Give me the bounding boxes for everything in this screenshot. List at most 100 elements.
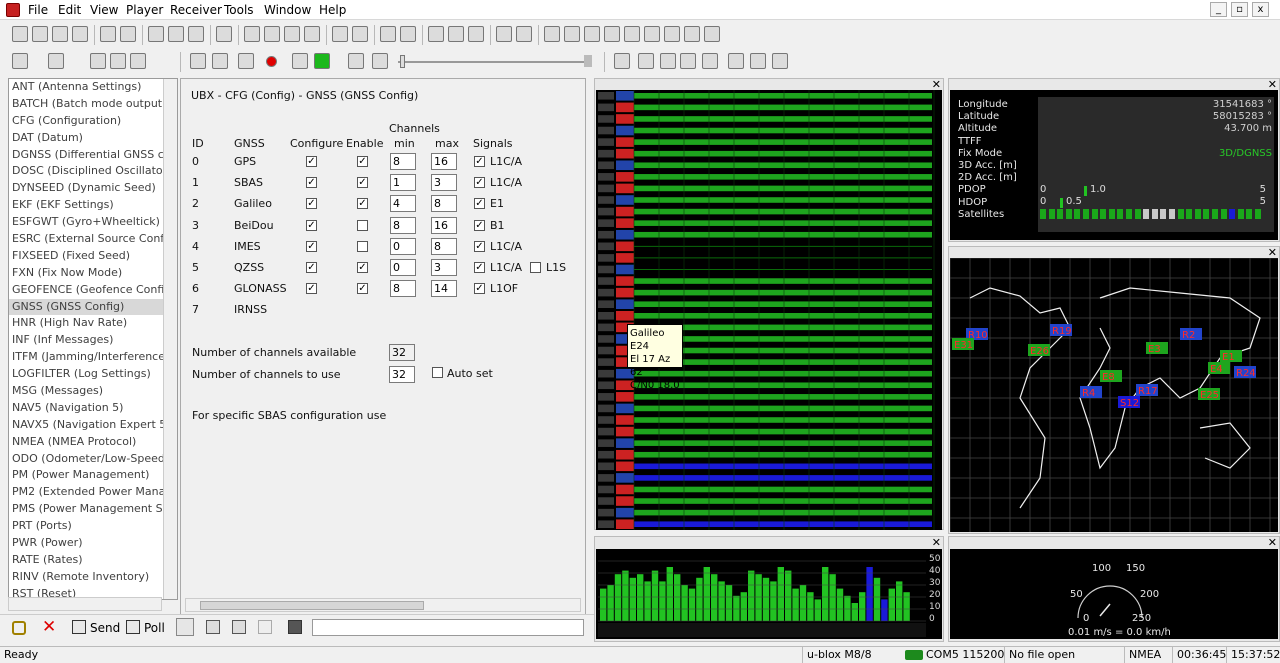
- max-channels-field[interactable]: 3: [431, 174, 457, 192]
- tree-item[interactable]: NAV5 (Navigation 5): [9, 400, 177, 417]
- chart-icon[interactable]: [428, 26, 444, 42]
- signal-checkbox[interactable]: ✓: [474, 177, 485, 189]
- tree-item[interactable]: NAVX5 (Navigation Expert 5): [9, 417, 177, 434]
- scan-icon[interactable]: [90, 53, 106, 69]
- max-channels-field[interactable]: 3: [431, 259, 457, 276]
- min-channels-field[interactable]: 4: [390, 195, 416, 213]
- cut-icon[interactable]: [148, 26, 164, 42]
- sat-icon[interactable]: [664, 26, 680, 42]
- panel-icon[interactable]: [564, 26, 580, 42]
- min-channels-field[interactable]: 8: [390, 153, 416, 170]
- tree-item[interactable]: RINV (Remote Inventory): [9, 569, 177, 586]
- end-icon[interactable]: [372, 53, 388, 69]
- tree-item[interactable]: CFG (Configuration): [9, 113, 177, 130]
- tree-item[interactable]: MSG (Messages): [9, 383, 177, 400]
- compass-icon[interactable]: [516, 26, 532, 42]
- configure-checkbox[interactable]: ✓: [306, 283, 317, 295]
- menu-player[interactable]: Player: [126, 3, 163, 17]
- star-icon[interactable]: [110, 53, 126, 69]
- tree-item[interactable]: NMEA (NMEA Protocol): [9, 434, 177, 451]
- signal-checkbox[interactable]: ✓: [474, 283, 485, 295]
- menu-help[interactable]: Help: [319, 3, 346, 17]
- tree-item[interactable]: GNSS (GNSS Config): [9, 298, 177, 316]
- step-icon[interactable]: [292, 53, 308, 69]
- app-icon[interactable]: [6, 3, 20, 17]
- configure-checkbox[interactable]: ✓: [306, 198, 317, 210]
- baud-icon[interactable]: [48, 53, 64, 69]
- min-channels-field[interactable]: 8: [390, 280, 416, 298]
- record-icon[interactable]: [266, 56, 277, 67]
- gear-icon[interactable]: [728, 53, 744, 69]
- menu-receiver[interactable]: Receiver: [170, 3, 222, 17]
- tree-item[interactable]: PMS (Power Management Set: [9, 501, 177, 518]
- panel-icon[interactable]: [604, 26, 620, 42]
- tree-item[interactable]: DGNSS (Differential GNSS con: [9, 147, 177, 164]
- tree-item[interactable]: ITFM (Jamming/Interference M: [9, 349, 177, 366]
- configure-checkbox[interactable]: ✓: [306, 177, 317, 189]
- close-icon[interactable]: ✕: [1268, 536, 1277, 549]
- pause-icon[interactable]: [238, 53, 254, 69]
- bar-chart-icon[interactable]: [468, 26, 484, 42]
- save-icon[interactable]: [72, 26, 88, 42]
- max-channels-field[interactable]: 16: [431, 216, 457, 234]
- tree-item[interactable]: ESFGWT (Gyro+Wheeltick): [9, 214, 177, 231]
- stop-icon[interactable]: [212, 53, 228, 69]
- max-channels-field[interactable]: 16: [431, 153, 457, 170]
- print-icon[interactable]: [288, 620, 302, 634]
- open-icon[interactable]: [32, 26, 48, 42]
- minimize-icon[interactable]: _: [1210, 2, 1227, 17]
- poll-button[interactable]: Poll: [144, 621, 165, 635]
- enable-checkbox[interactable]: [357, 219, 368, 231]
- menu-view[interactable]: View: [90, 3, 118, 17]
- extra-signal-checkbox[interactable]: [530, 262, 541, 273]
- doc-icon[interactable]: [244, 26, 260, 42]
- tree-item[interactable]: FIXSEED (Fixed Seed): [9, 248, 177, 265]
- tree-item[interactable]: PRT (Ports): [9, 518, 177, 535]
- list-icon[interactable]: [400, 26, 416, 42]
- antenna-icon[interactable]: [130, 53, 146, 69]
- wand-icon[interactable]: [176, 618, 194, 636]
- h-icon[interactable]: [614, 53, 630, 69]
- copy-icon[interactable]: [168, 26, 184, 42]
- view-icon[interactable]: [496, 26, 512, 42]
- signal-checkbox[interactable]: ✓: [474, 240, 485, 252]
- tree-item[interactable]: ANT (Antenna Settings): [9, 79, 177, 96]
- max-channels-field[interactable]: 8: [431, 195, 457, 213]
- menu-file[interactable]: File: [28, 3, 48, 17]
- doc-icon[interactable]: [284, 26, 300, 42]
- clock-icon[interactable]: [660, 53, 676, 69]
- tree-item[interactable]: ODO (Odometer/Low-Speed C: [9, 451, 177, 468]
- rewind-icon[interactable]: [190, 53, 206, 69]
- print-icon[interactable]: [100, 26, 116, 42]
- load-config-icon[interactable]: [232, 620, 246, 634]
- channels-to-use-field[interactable]: 32: [389, 366, 415, 383]
- tree-item[interactable]: LOGFILTER (Log Settings): [9, 366, 177, 383]
- revert-icon[interactable]: [258, 620, 272, 634]
- auto-set-checkbox[interactable]: [432, 367, 443, 378]
- signal-checkbox[interactable]: ✓: [474, 262, 485, 273]
- line-chart-icon[interactable]: [448, 26, 464, 42]
- signal-checkbox[interactable]: ✓: [474, 219, 485, 231]
- tree-item[interactable]: HNR (High Nav Rate): [9, 315, 177, 332]
- forward-icon[interactable]: [348, 53, 364, 69]
- tree-vertical-scrollbar[interactable]: [163, 79, 177, 599]
- skip-end-icon[interactable]: [584, 55, 592, 67]
- command-field[interactable]: [312, 619, 584, 636]
- signal-checkbox[interactable]: ✓: [474, 198, 485, 210]
- tree-item[interactable]: EKF (EKF Settings): [9, 197, 177, 214]
- min-channels-field[interactable]: 8: [390, 216, 416, 234]
- doc-icon[interactable]: [304, 26, 320, 42]
- panel-icon[interactable]: [644, 26, 660, 42]
- signal-checkbox[interactable]: ✓: [474, 156, 485, 167]
- menu-edit[interactable]: Edit: [58, 3, 81, 17]
- plus-h-icon[interactable]: [680, 53, 696, 69]
- folder-icon[interactable]: [52, 26, 68, 42]
- configure-checkbox[interactable]: ✓: [306, 262, 317, 273]
- sky-icon[interactable]: [544, 26, 560, 42]
- new-icon[interactable]: [12, 26, 28, 42]
- max-channels-field[interactable]: 8: [431, 237, 457, 255]
- lock-icon[interactable]: [12, 621, 26, 635]
- gear3-icon[interactable]: [772, 53, 788, 69]
- max-channels-field[interactable]: 14: [431, 280, 457, 298]
- port-icon[interactable]: [12, 53, 28, 69]
